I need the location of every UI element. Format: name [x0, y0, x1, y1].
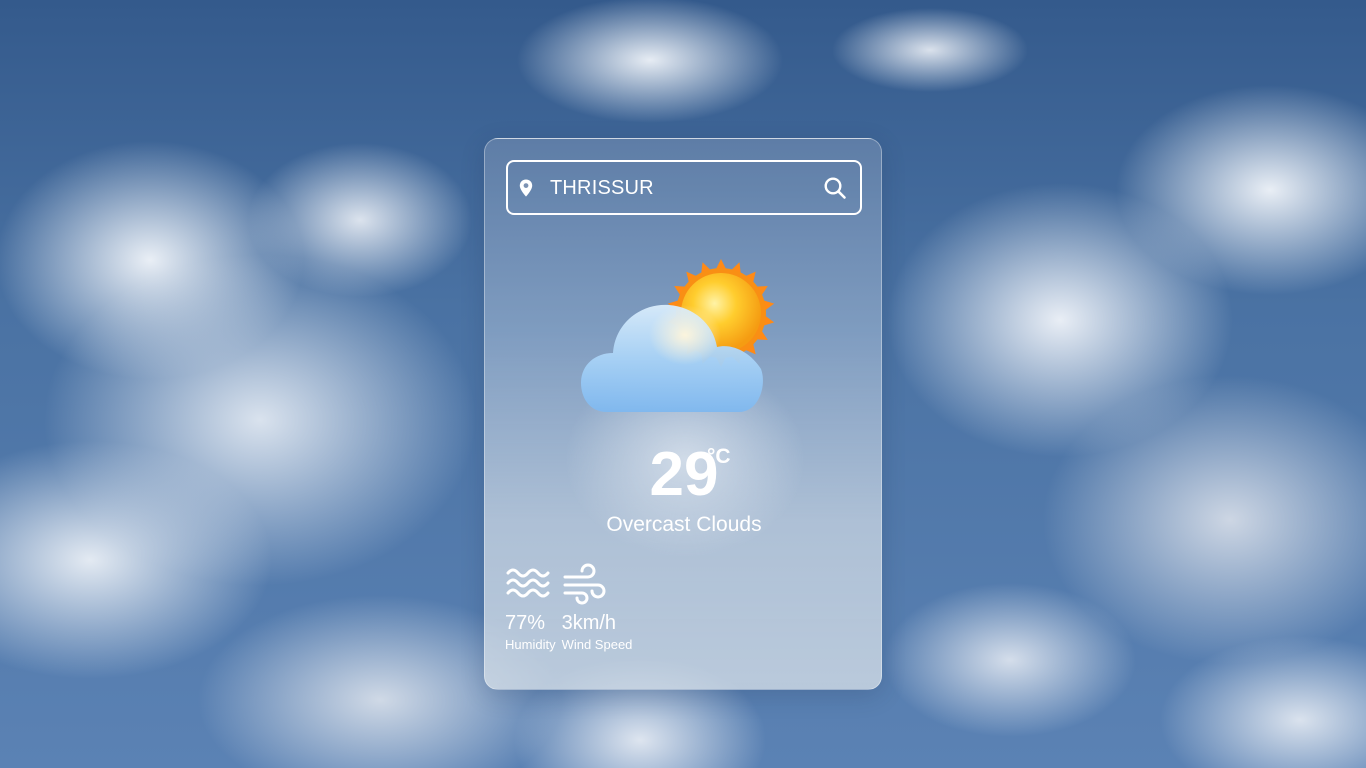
weather-card: 29 °C Overcast Clouds 77% Humidity — [484, 138, 882, 690]
weather-details: 77% Humidity 3km/h Wind Speed — [505, 563, 632, 653]
search-icon[interactable] — [823, 176, 847, 200]
wind-stat: 3km/h Wind Speed — [561, 563, 633, 653]
location-search-bar[interactable] — [506, 160, 862, 215]
humidity-stat: 77% Humidity — [505, 563, 556, 653]
partly-cloudy-icon — [581, 259, 775, 412]
humidity-waves-icon — [506, 568, 550, 598]
humidity-label: Humidity — [505, 637, 556, 652]
wind-icon — [563, 563, 606, 605]
weather-description: Overcast Clouds — [606, 513, 762, 536]
location-input[interactable] — [550, 172, 810, 204]
location-pin-icon — [519, 179, 533, 197]
humidity-value: 77% — [505, 612, 546, 634]
temperature-display: 29 °C — [485, 439, 881, 511]
wind-label: Wind Speed — [561, 637, 633, 652]
temperature-unit: °C — [707, 445, 731, 468]
wind-value: 3km/h — [561, 612, 617, 634]
